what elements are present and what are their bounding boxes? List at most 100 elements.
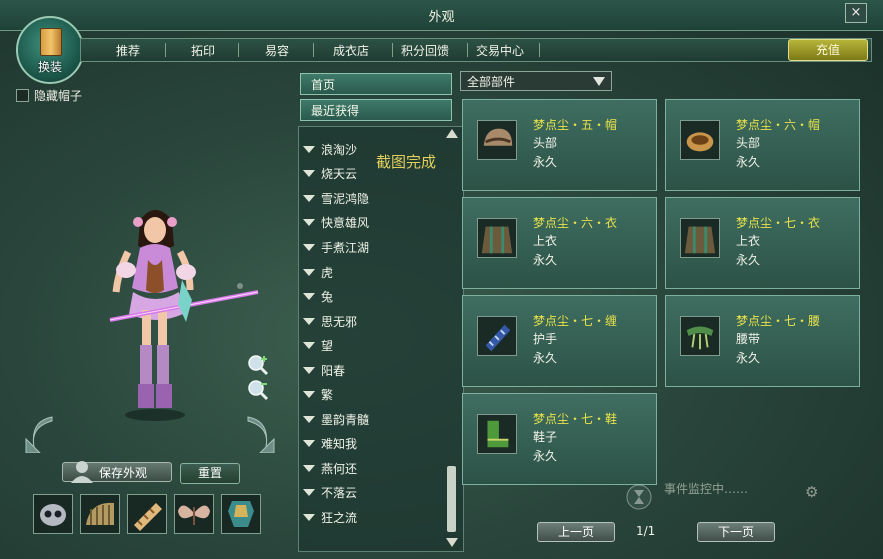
character-preview[interactable] bbox=[100, 200, 270, 425]
expand-triangle-icon bbox=[303, 269, 315, 276]
item-duration: 永久 bbox=[533, 253, 558, 267]
tab-rubbing[interactable]: 拓印 bbox=[191, 42, 215, 59]
hat-icon bbox=[680, 120, 720, 160]
item-card[interactable]: 梦点尘・七・鞋 鞋子 永久 bbox=[462, 393, 657, 485]
robe-icon bbox=[680, 218, 720, 258]
collection-item[interactable]: 快意雄风 bbox=[303, 214, 369, 232]
window-title: 外观 bbox=[428, 10, 455, 25]
tab-disguise[interactable]: 易容 bbox=[265, 42, 289, 59]
nav-home-button[interactable]: 首页 bbox=[300, 73, 452, 95]
collection-item[interactable]: 墨韵青髓 bbox=[303, 411, 369, 429]
save-appearance-button[interactable]: 保存外观 bbox=[62, 461, 172, 483]
collection-item-label: 雪泥鸿隐 bbox=[321, 192, 370, 206]
tab-divider bbox=[392, 43, 393, 57]
item-duration: 永久 bbox=[736, 253, 761, 267]
nav-recent-button[interactable]: 最近获得 bbox=[300, 99, 452, 121]
item-card[interactable]: 梦点尘・六・衣 上衣 永久 bbox=[462, 197, 657, 289]
item-name: 梦点尘・六・帽 bbox=[736, 118, 821, 132]
expand-triangle-icon bbox=[303, 195, 315, 202]
collection-item[interactable]: 烧天云 bbox=[303, 165, 357, 183]
reset-button[interactable]: 重置 bbox=[180, 463, 240, 484]
collection-item[interactable]: 浪淘沙 bbox=[303, 141, 357, 159]
outfit-change-label: 换装 bbox=[37, 60, 62, 74]
item-name: 梦点尘・七・衣 bbox=[736, 216, 821, 230]
rotate-left-icon[interactable] bbox=[22, 413, 62, 453]
item-slot: 头部 bbox=[533, 136, 558, 150]
collection-item[interactable]: 思无邪 bbox=[303, 313, 357, 331]
item-slot: 上衣 bbox=[533, 234, 558, 248]
scroll-up-arrow-icon[interactable] bbox=[446, 129, 458, 138]
item-slot: 鞋子 bbox=[533, 430, 558, 444]
collection-item[interactable]: 阳春 bbox=[303, 362, 345, 380]
event-monitor-text: 事件监控中…… bbox=[664, 482, 749, 496]
expand-triangle-icon bbox=[303, 293, 315, 300]
scroll-down-arrow-icon[interactable] bbox=[446, 538, 458, 547]
expand-triangle-icon bbox=[303, 391, 315, 398]
item-card[interactable]: 梦点尘・七・衣 上衣 永久 bbox=[665, 197, 860, 289]
collection-list[interactable]: 浪淘沙 烧天云 雪泥鸿隐 快意雄风 手煮江湖 虎 兔 思无邪 望 阳春 繁 墨韵… bbox=[298, 126, 464, 552]
event-monitor-overlay: 事件监控中…… ⚙ bbox=[620, 474, 830, 516]
collection-item[interactable]: 雪泥鸿隐 bbox=[303, 190, 369, 208]
collection-item[interactable]: 狂之流 bbox=[303, 509, 357, 527]
expand-triangle-icon bbox=[303, 367, 315, 374]
item-name: 梦点尘・六・衣 bbox=[533, 216, 618, 230]
item-card[interactable]: 梦点尘・六・帽 头部 永久 bbox=[665, 99, 860, 191]
item-card[interactable]: 梦点尘・五・帽 头部 永久 bbox=[462, 99, 657, 191]
collection-item-label: 不落云 bbox=[321, 486, 358, 500]
item-duration: 永久 bbox=[533, 155, 558, 169]
equip-slot-mask[interactable] bbox=[33, 494, 73, 534]
expand-triangle-icon bbox=[303, 514, 315, 521]
expand-triangle-icon bbox=[303, 342, 315, 349]
tab-points-rewards[interactable]: 积分回馈 bbox=[401, 42, 449, 59]
screenshot-done-notice: 截图完成 bbox=[376, 153, 437, 171]
tab-trade-center[interactable]: 交易中心 bbox=[476, 42, 524, 59]
part-filter-value: 全部部件 bbox=[467, 75, 516, 89]
gear-icon[interactable]: ⚙ bbox=[805, 483, 818, 501]
collection-item[interactable]: 不落云 bbox=[303, 484, 357, 502]
chevron-down-icon bbox=[593, 77, 605, 86]
rotate-right-icon[interactable] bbox=[238, 413, 278, 453]
scrollbar-thumb[interactable] bbox=[447, 466, 456, 532]
collection-item-label: 难知我 bbox=[321, 437, 358, 451]
zoom-out-icon[interactable] bbox=[247, 379, 269, 401]
tab-recommend[interactable]: 推荐 bbox=[116, 42, 140, 59]
collection-item[interactable]: 燕何还 bbox=[303, 460, 357, 478]
collection-item-label: 望 bbox=[321, 339, 334, 353]
outfit-change-button[interactable]: 换装 bbox=[16, 16, 84, 84]
prev-page-button[interactable]: 上一页 bbox=[537, 522, 615, 542]
collection-item-label: 快意雄风 bbox=[321, 216, 370, 230]
shoulder-icon bbox=[86, 502, 114, 525]
tab-divider bbox=[313, 43, 314, 57]
item-card[interactable]: 梦点尘・七・缠 护手 永久 bbox=[462, 295, 657, 387]
collection-item[interactable]: 虎 bbox=[303, 264, 333, 282]
zoom-in-icon[interactable] bbox=[247, 354, 269, 376]
tab-clothing-store[interactable]: 成衣店 bbox=[333, 42, 369, 59]
mask-icon bbox=[40, 504, 66, 526]
next-page-button[interactable]: 下一页 bbox=[697, 522, 775, 542]
collection-item[interactable]: 繁 bbox=[303, 386, 333, 404]
collection-item[interactable]: 兔 bbox=[303, 288, 333, 306]
equip-slot-wings[interactable] bbox=[174, 494, 214, 534]
expand-triangle-icon bbox=[303, 170, 315, 177]
close-button[interactable]: × bbox=[845, 3, 867, 23]
equip-slot-bracer[interactable] bbox=[127, 494, 167, 534]
item-name: 梦点尘・五・帽 bbox=[533, 118, 618, 132]
equip-slot-armor[interactable] bbox=[221, 494, 261, 534]
expand-triangle-icon bbox=[303, 489, 315, 496]
part-filter-dropdown[interactable]: 全部部件 bbox=[460, 71, 612, 91]
collection-item-label: 兔 bbox=[321, 290, 334, 304]
collection-item[interactable]: 手煮江湖 bbox=[303, 239, 369, 257]
armor-icon bbox=[228, 501, 254, 527]
tab-divider bbox=[165, 43, 166, 57]
recharge-button[interactable]: 充值 bbox=[788, 39, 868, 61]
equip-slot-shoulder[interactable] bbox=[80, 494, 120, 534]
collection-item[interactable]: 望 bbox=[303, 337, 333, 355]
expand-triangle-icon bbox=[303, 146, 315, 153]
collection-item[interactable]: 难知我 bbox=[303, 435, 357, 453]
item-card[interactable]: 梦点尘・七・腰 腰带 永久 bbox=[665, 295, 860, 387]
item-duration: 永久 bbox=[736, 155, 761, 169]
collection-item-label: 繁 bbox=[321, 388, 334, 402]
book-icon bbox=[40, 28, 62, 56]
hide-hat-checkbox[interactable] bbox=[16, 89, 29, 102]
item-name: 梦点尘・七・鞋 bbox=[533, 412, 618, 426]
